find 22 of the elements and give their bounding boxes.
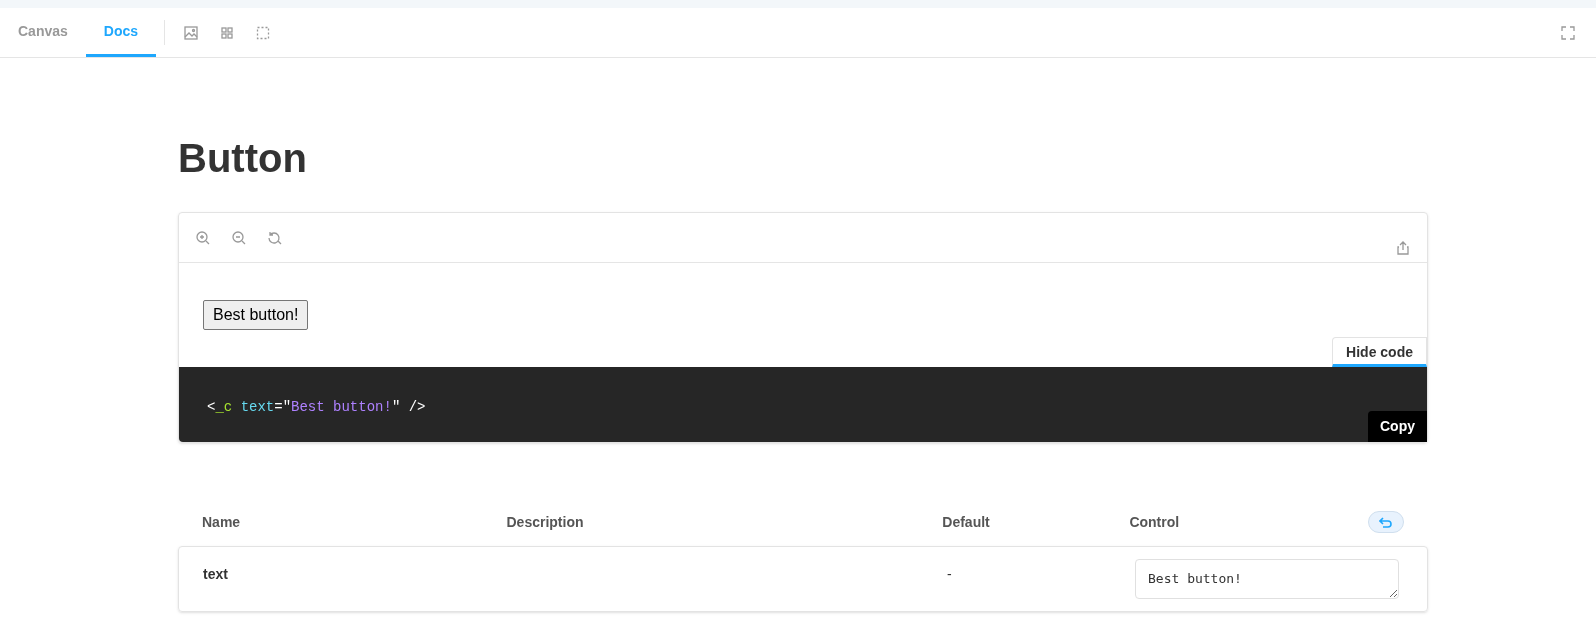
column-header: Description <box>506 512 585 532</box>
copy-button[interactable]: Copy <box>1368 411 1427 442</box>
page-title: Button <box>178 136 308 180</box>
hide-code-tab[interactable]: Hide code <box>1332 337 1427 367</box>
fullscreen-icon[interactable] <box>1560 24 1576 41</box>
reset-zoom-icon[interactable] <box>267 229 283 246</box>
column-header: Control <box>1129 512 1181 532</box>
outline-icon[interactable] <box>255 24 272 41</box>
column-header: Default <box>942 512 991 532</box>
table-cell-text: - <box>947 565 953 584</box>
share-icon[interactable] <box>1395 239 1411 256</box>
undo-icon <box>1379 516 1394 528</box>
zoom-in-icon[interactable] <box>195 229 211 246</box>
zoom-out-icon[interactable] <box>231 229 247 246</box>
grid-icon[interactable] <box>219 24 236 41</box>
reset-button[interactable] <box>1368 511 1404 533</box>
code-snippet: <_c text="Best button!" /> <box>207 399 426 415</box>
text-input-field[interactable]: Best button! <box>1135 559 1399 599</box>
column-header: Name <box>202 512 242 532</box>
preview-button[interactable]: Best button! <box>203 300 309 330</box>
table-cell-text: text <box>203 565 229 584</box>
image-icon[interactable] <box>183 24 200 41</box>
